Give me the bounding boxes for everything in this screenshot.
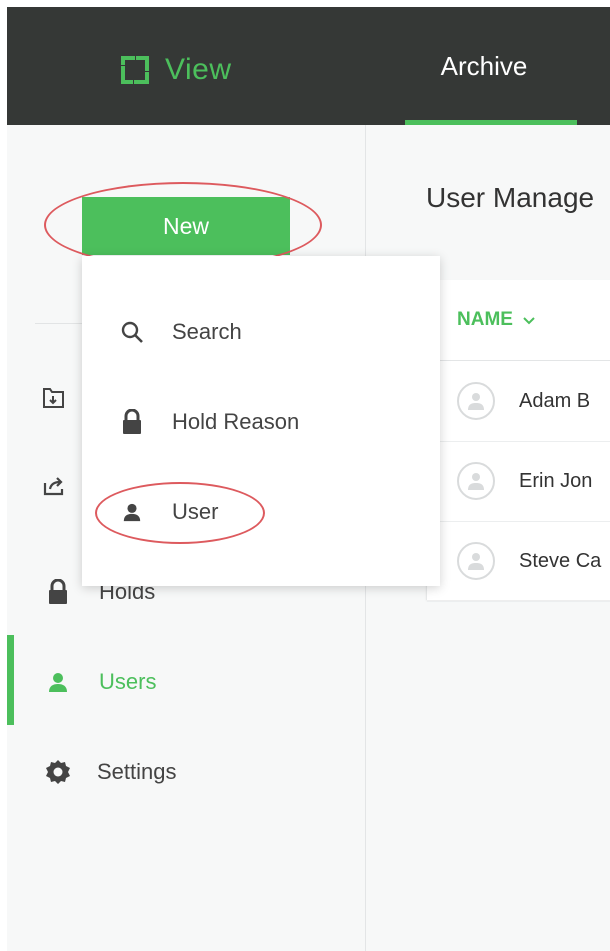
avatar <box>457 542 495 580</box>
avatar <box>457 462 495 500</box>
folder-icon <box>39 383 69 413</box>
user-name: Steve Ca <box>519 549 602 572</box>
sidebar-item-settings[interactable]: Settings <box>43 757 177 787</box>
menu-item-label: User <box>172 499 219 524</box>
column-header-label: NAME <box>457 309 513 330</box>
user-name: Erin Jon <box>519 469 593 492</box>
share-icon <box>39 471 69 501</box>
table-row[interactable]: Steve Ca <box>427 521 610 602</box>
user-icon <box>43 667 73 697</box>
active-item-indicator <box>7 635 14 725</box>
user-icon <box>118 498 146 526</box>
sidebar-item-users[interactable]: Users <box>43 667 156 697</box>
menu-item-user[interactable]: User <box>118 498 218 526</box>
sidebar-item-label: Settings <box>97 759 177 784</box>
gear-icon <box>43 757 73 787</box>
menu-item-label: Search <box>172 319 242 344</box>
users-table: NAME Adam B Erin Jon Steve Ca <box>426 280 610 602</box>
new-dropdown-menu: Search Hold Reason User <box>82 256 440 586</box>
page-margin <box>0 0 7 951</box>
logo-icon <box>121 56 149 84</box>
lock-icon <box>43 577 73 607</box>
avatar <box>457 382 495 420</box>
new-button[interactable]: New <box>82 197 290 255</box>
column-header-name[interactable]: NAME <box>457 309 535 331</box>
lock-icon <box>118 408 146 436</box>
user-name: Adam B <box>519 389 591 412</box>
search-icon <box>118 318 146 346</box>
menu-item-hold-reason[interactable]: Hold Reason <box>118 408 299 436</box>
page-title: User Manage <box>426 182 595 213</box>
logo-text: View <box>165 53 232 86</box>
top-header: View Archive <box>7 7 610 125</box>
menu-item-label: Hold Reason <box>172 409 300 434</box>
chevron-down-icon <box>523 309 535 331</box>
sidebar-item-label: Users <box>99 669 157 694</box>
menu-item-search[interactable]: Search <box>118 318 242 346</box>
app-logo[interactable]: View <box>119 53 231 87</box>
table-row[interactable]: Adam B <box>427 361 610 442</box>
app-frame: View Archive Holds Users Settings User M… <box>0 0 610 951</box>
table-row[interactable]: Erin Jon <box>427 441 610 522</box>
tab-archive[interactable]: Archive <box>398 7 570 125</box>
table-header: NAME <box>427 280 610 361</box>
